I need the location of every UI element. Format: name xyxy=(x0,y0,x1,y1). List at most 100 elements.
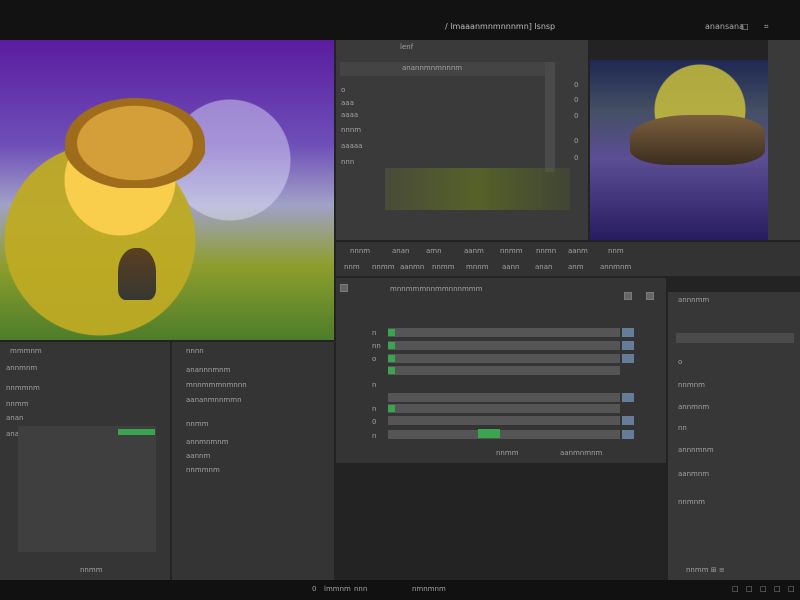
toolbar-item-secondary[interactable]: anan xyxy=(535,263,552,271)
right-panel-item: nnmnm xyxy=(678,498,705,506)
toolbar-item[interactable]: aanm xyxy=(464,247,484,255)
toolbar-item-secondary[interactable]: nnmm xyxy=(372,263,395,271)
left-panel-title: mmmnm xyxy=(10,347,42,355)
preview-item: nnn xyxy=(341,158,355,166)
layer-panel-footer-left: nnmm xyxy=(496,449,519,457)
toolbar-item[interactable]: nnm xyxy=(608,247,624,255)
toolbar-item-secondary[interactable]: nnm xyxy=(344,263,360,271)
right-panel-title: annnmm xyxy=(678,296,710,304)
layer-green-accent xyxy=(478,429,500,438)
top-control-icon-2[interactable]: ⌗ xyxy=(764,22,769,32)
right-panel-item: o xyxy=(678,358,683,366)
layer-row[interactable] xyxy=(388,430,620,439)
layer-row[interactable] xyxy=(388,354,620,363)
layer-blue-accent xyxy=(622,354,634,363)
toolbar-item-secondary[interactable]: annmnm xyxy=(600,263,631,271)
left-grid-green-cell xyxy=(118,429,155,435)
cliff-graphic xyxy=(630,115,765,165)
layer-panel-footer-right: aanmnmnm xyxy=(560,449,603,457)
left-panel-footer: nnmm xyxy=(80,566,103,574)
top-control-icon-1[interactable]: □ xyxy=(741,22,749,31)
toolbar-item-secondary[interactable]: anm xyxy=(568,263,584,271)
status-bar: 0 lmmnm nnn nmnmnm □ □ □ □ □ xyxy=(0,580,800,600)
right-panel-item: annmnm xyxy=(678,403,710,411)
preview-right-label: 0 xyxy=(574,112,579,120)
layer-green-accent xyxy=(388,367,395,374)
layer-row-label: n xyxy=(372,381,377,389)
preview-item: aaa xyxy=(341,99,354,107)
preview-side-strip xyxy=(545,62,555,172)
layer-green-accent xyxy=(388,405,395,412)
toolbar-item[interactable]: nnmn xyxy=(536,247,556,255)
secondary-image-preview xyxy=(590,60,768,240)
layer-panel-icon[interactable] xyxy=(624,292,632,300)
layer-row[interactable] xyxy=(388,416,620,425)
center-panel xyxy=(172,342,334,580)
layer-row-label: nn xyxy=(372,342,381,350)
layer-row[interactable] xyxy=(388,341,620,350)
left-grid[interactable] xyxy=(18,426,156,552)
preview-right-label: 0 xyxy=(574,81,579,89)
center-panel-line: mnnmmmnmnnn xyxy=(186,381,247,389)
right-panel-item: aanmnm xyxy=(678,470,710,478)
layer-green-accent xyxy=(388,355,395,362)
toolbar-item[interactable]: amn xyxy=(426,247,442,255)
status-icon[interactable]: □ xyxy=(746,585,753,593)
layer-row-label: 0 xyxy=(372,418,377,426)
preview-item: aaaa xyxy=(341,111,359,119)
toolbar-item[interactable]: nnmm xyxy=(500,247,523,255)
preview-item: aaaaa xyxy=(341,142,363,150)
window-title: / lmaaanmnmnnnmn] lsnsp xyxy=(445,22,556,31)
status-icon[interactable]: □ xyxy=(788,585,795,593)
haystack-graphic xyxy=(65,98,205,188)
layer-row[interactable] xyxy=(388,393,620,402)
right-panel-item: nn xyxy=(678,424,687,432)
right-panel-item: annnmnm xyxy=(678,446,714,454)
layer-panel-icon[interactable] xyxy=(646,292,654,300)
preview-right-label: 0 xyxy=(574,137,579,145)
layer-row[interactable] xyxy=(388,404,620,413)
right-panel-highlight xyxy=(676,333,794,343)
toolbar-item[interactable]: nnnm xyxy=(350,247,370,255)
toolbar-item-secondary[interactable]: mnnm xyxy=(466,263,489,271)
preview-green-gradient xyxy=(385,168,570,210)
layer-row-label: n xyxy=(372,405,377,413)
layer-green-accent xyxy=(388,329,395,336)
toolbar-item-secondary[interactable]: aanmn xyxy=(400,263,424,271)
layer-row[interactable] xyxy=(388,328,620,337)
status-item: nmnmnm xyxy=(412,585,446,593)
right-edge-strip xyxy=(768,40,800,240)
center-panel-line: nnmmnm xyxy=(186,466,220,474)
preview-item: nnnm xyxy=(341,126,362,134)
layer-row-label: n xyxy=(372,329,377,337)
layer-blue-accent xyxy=(622,393,634,402)
toolbar-item[interactable]: anan xyxy=(392,247,409,255)
left-panel-item: nnmm xyxy=(6,400,29,408)
status-icon[interactable]: □ xyxy=(774,585,781,593)
layer-panel-icon[interactable] xyxy=(340,284,348,292)
top-bar: / lmaaanmnmnnnmn] lsnsp anansana □ ⌗ xyxy=(0,0,800,40)
left-panel-item: anan xyxy=(6,414,24,422)
status-item: 0 xyxy=(312,585,317,593)
top-control-text[interactable]: anansana xyxy=(705,22,744,31)
status-icon[interactable]: □ xyxy=(732,585,739,593)
preview-right-label: 0 xyxy=(574,96,579,104)
layer-row-label: n xyxy=(372,432,377,440)
left-panel-item: annmnm xyxy=(6,364,38,372)
status-icon[interactable]: □ xyxy=(760,585,767,593)
preview-item: o xyxy=(341,86,346,94)
center-panel-line: anannnmnm xyxy=(186,366,231,374)
toolbar-item-secondary[interactable]: nnmm xyxy=(432,263,455,271)
toolbar-item[interactable]: aanm xyxy=(568,247,588,255)
layer-blue-accent xyxy=(622,328,634,337)
status-item: lmmnm xyxy=(324,585,351,593)
toolbar-item-secondary[interactable]: aann xyxy=(502,263,519,271)
layer-row[interactable] xyxy=(388,366,620,375)
status-item: nnn xyxy=(354,585,368,593)
main-image-preview xyxy=(0,40,334,340)
center-panel-line: annmnmnm xyxy=(186,438,229,446)
layer-blue-accent xyxy=(622,341,634,350)
center-panel-line: aananmnnmmn xyxy=(186,396,242,404)
preview-right-label: 0 xyxy=(574,154,579,162)
center-panel-title: nnnn xyxy=(186,347,204,355)
